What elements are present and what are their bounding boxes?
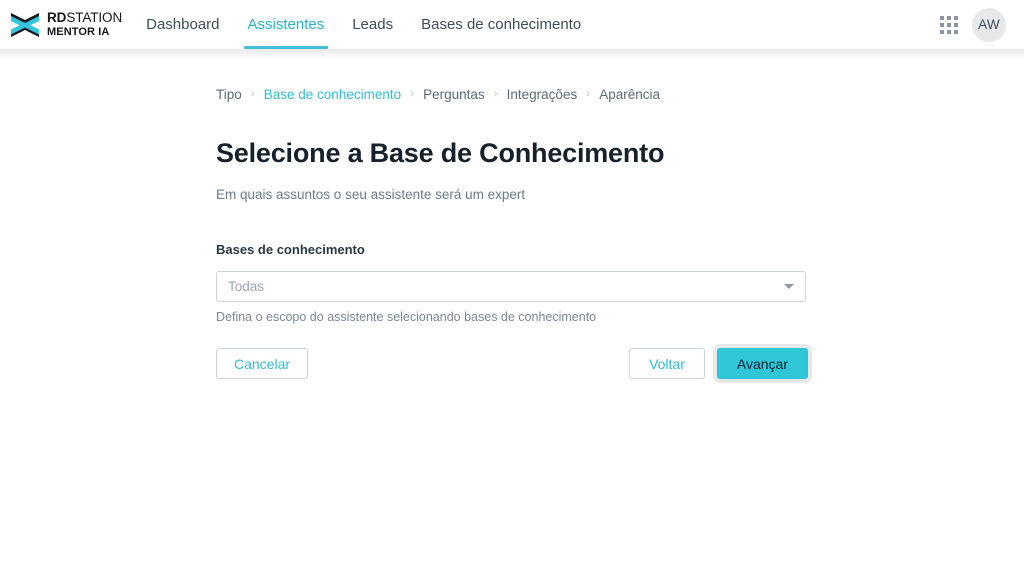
next-button[interactable]: Avançar bbox=[716, 348, 808, 380]
back-button[interactable]: Voltar bbox=[629, 348, 705, 380]
apps-grid-dot bbox=[947, 15, 951, 20]
knowledge-base-help-text: Defina o escopo do assistente selecionan… bbox=[216, 310, 597, 325]
apps-grid-dot bbox=[954, 22, 958, 27]
chevron-right-icon: › bbox=[586, 86, 591, 100]
breadcrumb-item-perguntas[interactable]: Perguntas bbox=[423, 87, 485, 102]
rd-station-chevron-logo-icon bbox=[11, 12, 39, 37]
nav-item-bases-de-conhecimento[interactable]: Bases de conhecimento bbox=[407, 0, 595, 49]
apps-grid-dot bbox=[954, 29, 958, 34]
chevron-right-icon: › bbox=[493, 86, 498, 100]
page-title: Selecione a Base de Conhecimento bbox=[216, 138, 665, 168]
nav-item-leads[interactable]: Leads bbox=[338, 0, 407, 49]
knowledge-base-field: Bases de conhecimento Todas Defina o esc… bbox=[216, 242, 1024, 324]
breadcrumb-item-base-de-conhecimento[interactable]: Base de conhecimento bbox=[264, 87, 401, 102]
chevron-right-icon: › bbox=[250, 86, 255, 100]
apps-grid-dot bbox=[940, 22, 944, 27]
form-actions: Cancelar Voltar Avançar bbox=[216, 348, 808, 380]
apps-grid-dot bbox=[954, 15, 958, 20]
cancel-button[interactable]: Cancelar bbox=[216, 348, 309, 380]
brand-line-2: MENTOR IA bbox=[47, 26, 110, 39]
chevron-down-icon bbox=[784, 284, 794, 290]
brand-station: STATION bbox=[66, 9, 123, 25]
brand-rd: RD bbox=[47, 9, 67, 25]
breadcrumb: Tipo › Base de conhecimento › Perguntas … bbox=[216, 84, 1024, 104]
page-content: Tipo › Base de conhecimento › Perguntas … bbox=[0, 49, 1024, 380]
page-subtitle: Em quais assuntos o seu assistente será … bbox=[216, 187, 526, 203]
app-header: RDSTATION MENTOR IA Dashboard Assistente… bbox=[0, 0, 1024, 49]
breadcrumb-item-tipo[interactable]: Tipo bbox=[216, 87, 242, 102]
brand-logo[interactable]: RDSTATION MENTOR IA bbox=[0, 0, 122, 49]
brand-line-1: RDSTATION bbox=[47, 11, 122, 25]
main-navigation: Dashboard Assistentes Leads Bases de con… bbox=[132, 0, 595, 49]
apps-grid-dot bbox=[940, 29, 944, 34]
apps-grid-dot bbox=[947, 29, 951, 34]
header-actions: AW bbox=[940, 0, 1024, 49]
nav-item-dashboard[interactable]: Dashboard bbox=[132, 0, 233, 49]
apps-grid-dot bbox=[947, 22, 951, 27]
knowledge-base-select[interactable]: Todas bbox=[216, 271, 806, 303]
breadcrumb-item-integracoes[interactable]: Integrações bbox=[507, 87, 578, 102]
knowledge-base-label: Bases de conhecimento bbox=[216, 242, 365, 258]
apps-grid-icon[interactable] bbox=[940, 15, 958, 34]
knowledge-base-select-value: Todas bbox=[228, 279, 265, 295]
chevron-right-icon: › bbox=[410, 86, 415, 100]
brand-text: RDSTATION MENTOR IA bbox=[47, 11, 122, 39]
breadcrumb-item-aparencia[interactable]: Aparência bbox=[599, 87, 660, 102]
apps-grid-dot bbox=[940, 15, 944, 20]
nav-item-assistentes[interactable]: Assistentes bbox=[234, 0, 339, 49]
avatar[interactable]: AW bbox=[972, 7, 1006, 42]
